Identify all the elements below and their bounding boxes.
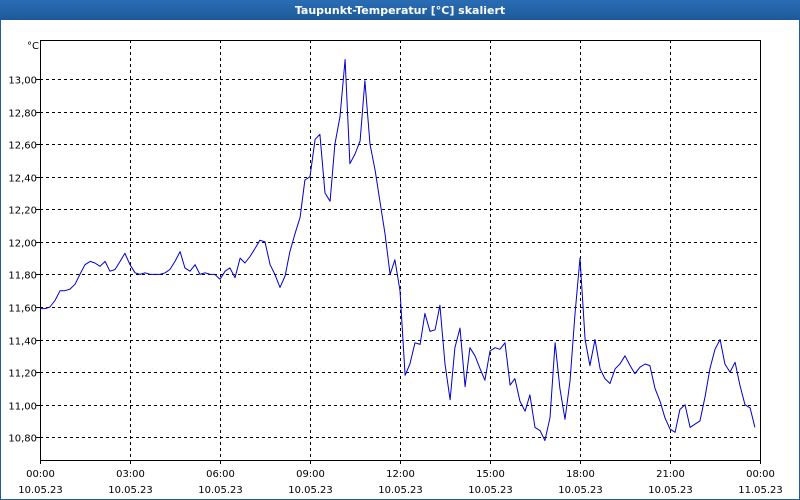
y-axis-ticks: 10,80 11,00 11,20 11,40 11,60 11,80 12,00 12,20… [8, 76, 40, 445]
series-line-dew-point [40, 59, 756, 441]
y-tick-label: 12,20 [8, 206, 37, 217]
y-tick-label: 12,00 [8, 239, 37, 250]
x-tick-date-label: 10.05.23 [468, 485, 513, 496]
x-tick-date-label: 11.05.23 [738, 485, 783, 496]
y-tick-label: 11,00 [8, 402, 37, 413]
y-tick-label: 12,40 [8, 174, 37, 185]
y-tick-label: 11,40 [8, 337, 37, 348]
y-tick-label: 13,00 [8, 76, 37, 87]
x-tick-time-label: 00:00 [746, 469, 775, 480]
x-tick-date-label: 10.05.23 [378, 485, 423, 496]
x-tick-time-label: 00:00 [26, 469, 55, 480]
x-tick-time-label: 09:00 [296, 469, 325, 480]
x-tick-time-label: 21:00 [656, 469, 685, 480]
x-tick-date-label: 10.05.23 [108, 485, 153, 496]
x-axis-ticks: 00:00 10.05.23 03:00 10.05.23 06:00 10.05.23 0… [18, 460, 783, 496]
x-tick-time-label: 06:00 [206, 469, 235, 480]
x-tick-date-label: 10.05.23 [648, 485, 693, 496]
y-tick-label: 11,60 [8, 304, 37, 315]
y-tick-label: 10,80 [8, 434, 37, 445]
x-tick-time-label: 18:00 [566, 469, 595, 480]
grid-lines [40, 40, 760, 460]
x-tick-date-label: 10.05.23 [198, 485, 243, 496]
x-tick-date-label: 10.05.23 [18, 485, 63, 496]
x-tick-time-label: 15:00 [476, 469, 505, 480]
y-tick-label: 11,20 [8, 369, 37, 380]
x-tick-time-label: 12:00 [386, 469, 415, 480]
x-tick-date-label: 10.05.23 [288, 485, 333, 496]
x-tick-time-label: 03:00 [116, 469, 145, 480]
x-tick-date-label: 10.05.23 [558, 485, 603, 496]
y-tick-label: 12,80 [8, 109, 37, 120]
y-tick-label: 12,60 [8, 141, 37, 152]
dew-point-chart: 10,80 11,00 11,20 11,40 11,60 11,80 12,00 12,20… [8, 40, 783, 496]
y-tick-label: 11,80 [8, 271, 37, 282]
y-axis-unit: °C [27, 41, 39, 52]
